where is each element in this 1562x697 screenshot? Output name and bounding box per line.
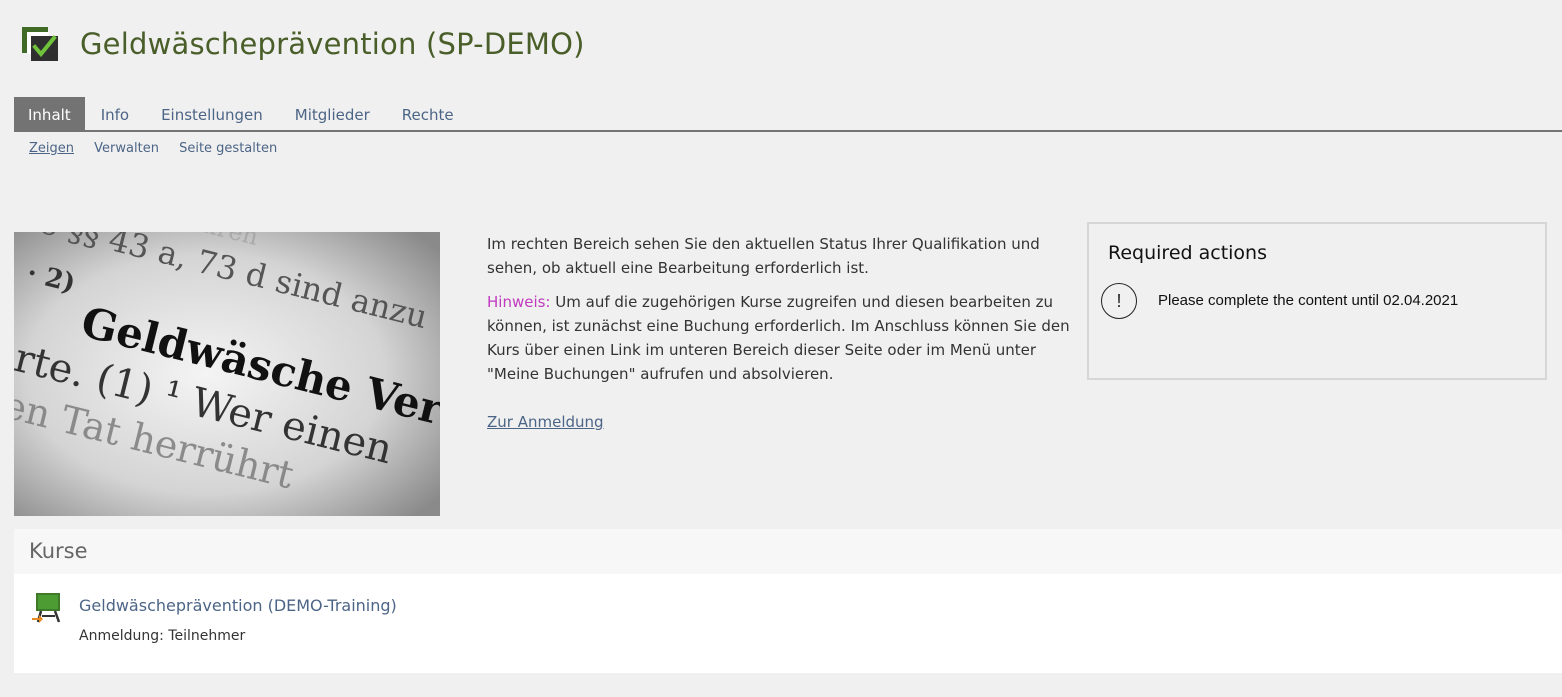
main-tabs: Inhalt Info Einstellungen Mitglieder Rec…: [14, 97, 1562, 132]
panel-extension: [1073, 380, 1550, 530]
tab-info[interactable]: Info: [85, 97, 145, 130]
hint-label: Hinweis:: [487, 293, 551, 311]
required-actions-panel: Required actions ! Please complete the c…: [1087, 222, 1547, 380]
course-board-icon: [32, 591, 64, 625]
intro-paragraph-2: Hinweis: Um auf die zugehörigen Kurse zu…: [487, 290, 1077, 386]
subtab-zeigen[interactable]: Zeigen: [29, 141, 74, 156]
courses-header: Kurse: [14, 529, 1562, 574]
training-check-icon: [20, 24, 62, 64]
intro-paragraph-1: Im rechten Bereich sehen Sie den aktuell…: [487, 235, 1040, 277]
exclamation-icon: !: [1101, 283, 1137, 319]
required-actions-title: Required actions: [1108, 242, 1267, 264]
tab-inhalt[interactable]: Inhalt: [14, 97, 85, 130]
course-title-link[interactable]: Geldwäscheprävention (DEMO-Training): [79, 596, 397, 615]
tab-mitglieder[interactable]: Mitglieder: [279, 97, 386, 130]
registration-link[interactable]: Zur Anmeldung: [487, 410, 604, 434]
hint-text: Um auf die zugehörigen Kurse zugreifen u…: [487, 293, 1070, 383]
hero-image: Auf Jahren e §§ 43 a, 73 d sind anzu · 2…: [14, 232, 440, 516]
required-action-text: Please complete the content until 02.04.…: [1158, 292, 1459, 309]
tab-einstellungen[interactable]: Einstellungen: [145, 97, 279, 130]
tab-rechte[interactable]: Rechte: [386, 97, 470, 130]
course-item: Geldwäscheprävention (DEMO-Training) Anm…: [14, 574, 1562, 673]
page-header: Geldwäscheprävention (SP-DEMO): [20, 24, 585, 64]
courses-section: Kurse Geldwäscheprävention (DEMO-Trainin…: [14, 529, 1562, 673]
intro-text: Im rechten Bereich sehen Sie den aktuell…: [487, 232, 1077, 434]
sub-tabs: Zeigen Verwalten Seite gestalten: [29, 141, 293, 156]
page-title: Geldwäscheprävention (SP-DEMO): [80, 27, 585, 61]
subtab-verwalten[interactable]: Verwalten: [94, 141, 159, 156]
subtab-seite-gestalten[interactable]: Seite gestalten: [179, 141, 277, 156]
course-registration-status: Anmeldung: Teilnehmer: [79, 628, 246, 644]
